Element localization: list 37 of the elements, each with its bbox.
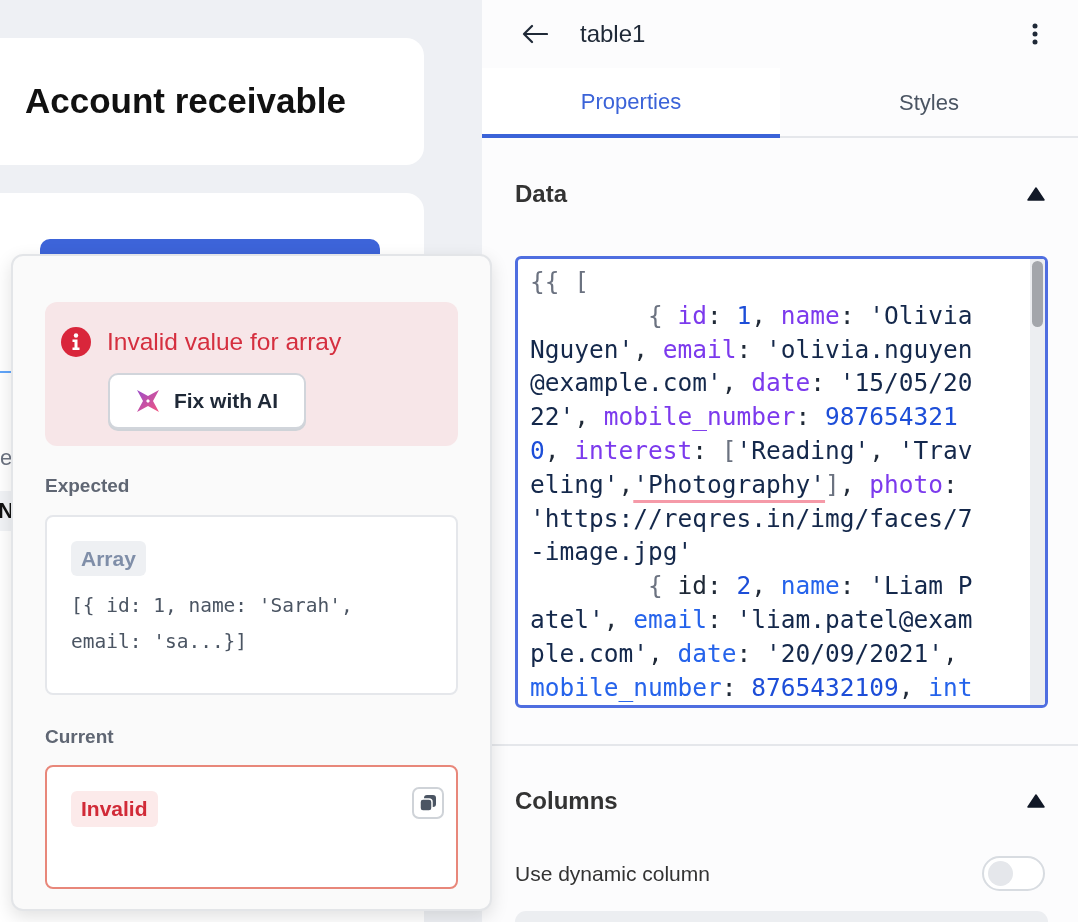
expected-value: [{ id: 1, name: 'Sarah', email: 'sa...}] [71, 593, 354, 655]
card-title: Account receivable [25, 80, 346, 123]
copy-button[interactable] [412, 787, 444, 819]
expected-label: Expected [45, 474, 131, 498]
toggle-label: Use dynamic column [515, 860, 710, 887]
code-line: ple.com', date: '20/09/2021', [530, 637, 959, 670]
scrollbar-thumb[interactable] [1032, 261, 1043, 327]
collapse-icon[interactable] [1027, 187, 1045, 201]
section-title: Data [515, 179, 568, 209]
code-line: 0, interest: ['Reading', 'Trav [530, 435, 974, 467]
type-tag: Array [71, 540, 146, 576]
tab[interactable]: Styles [780, 68, 1078, 138]
code-line: {{ [ [530, 266, 590, 298]
error-message: Invalid value for array [107, 327, 342, 357]
code-editor[interactable] [515, 256, 1048, 708]
code-line: { id: 2, name: 'Liam P [647, 570, 974, 603]
copy-icon [419, 794, 437, 812]
code-line: atel', email: 'liam.patel@exam [530, 603, 974, 636]
code-line: @example.com', date: '15/05/20 [530, 367, 974, 400]
code-line: mobile_number: 8765432109, int [530, 671, 974, 704]
more-options-icon[interactable] [1032, 23, 1038, 45]
sparkle-icon [135, 388, 160, 413]
code-line: 'https://reqres.in/img/faces/7 [530, 502, 974, 535]
error-icon [61, 327, 91, 358]
back-arrow-icon[interactable] [522, 24, 548, 44]
toggle-switch[interactable] [982, 856, 1045, 891]
fix-with-ai-button[interactable]: Fix with AI [108, 372, 306, 429]
code-line: eling','Photography'], photo: [530, 468, 959, 501]
section-title: Columns [515, 786, 618, 816]
collapse-icon[interactable] [1027, 794, 1045, 808]
code-line: 22', mobile_number: 987654321 [530, 401, 959, 434]
panel-title: table1 [580, 19, 647, 49]
code-line: Nguyen', email: 'olivia.nguyen [530, 333, 974, 366]
code-line: -image.jpg' [530, 536, 694, 569]
code-line: { id: 1, name: 'Olivia [647, 299, 974, 332]
current-label: Current [45, 724, 115, 749]
invalid-tag: Invalid [71, 791, 158, 827]
